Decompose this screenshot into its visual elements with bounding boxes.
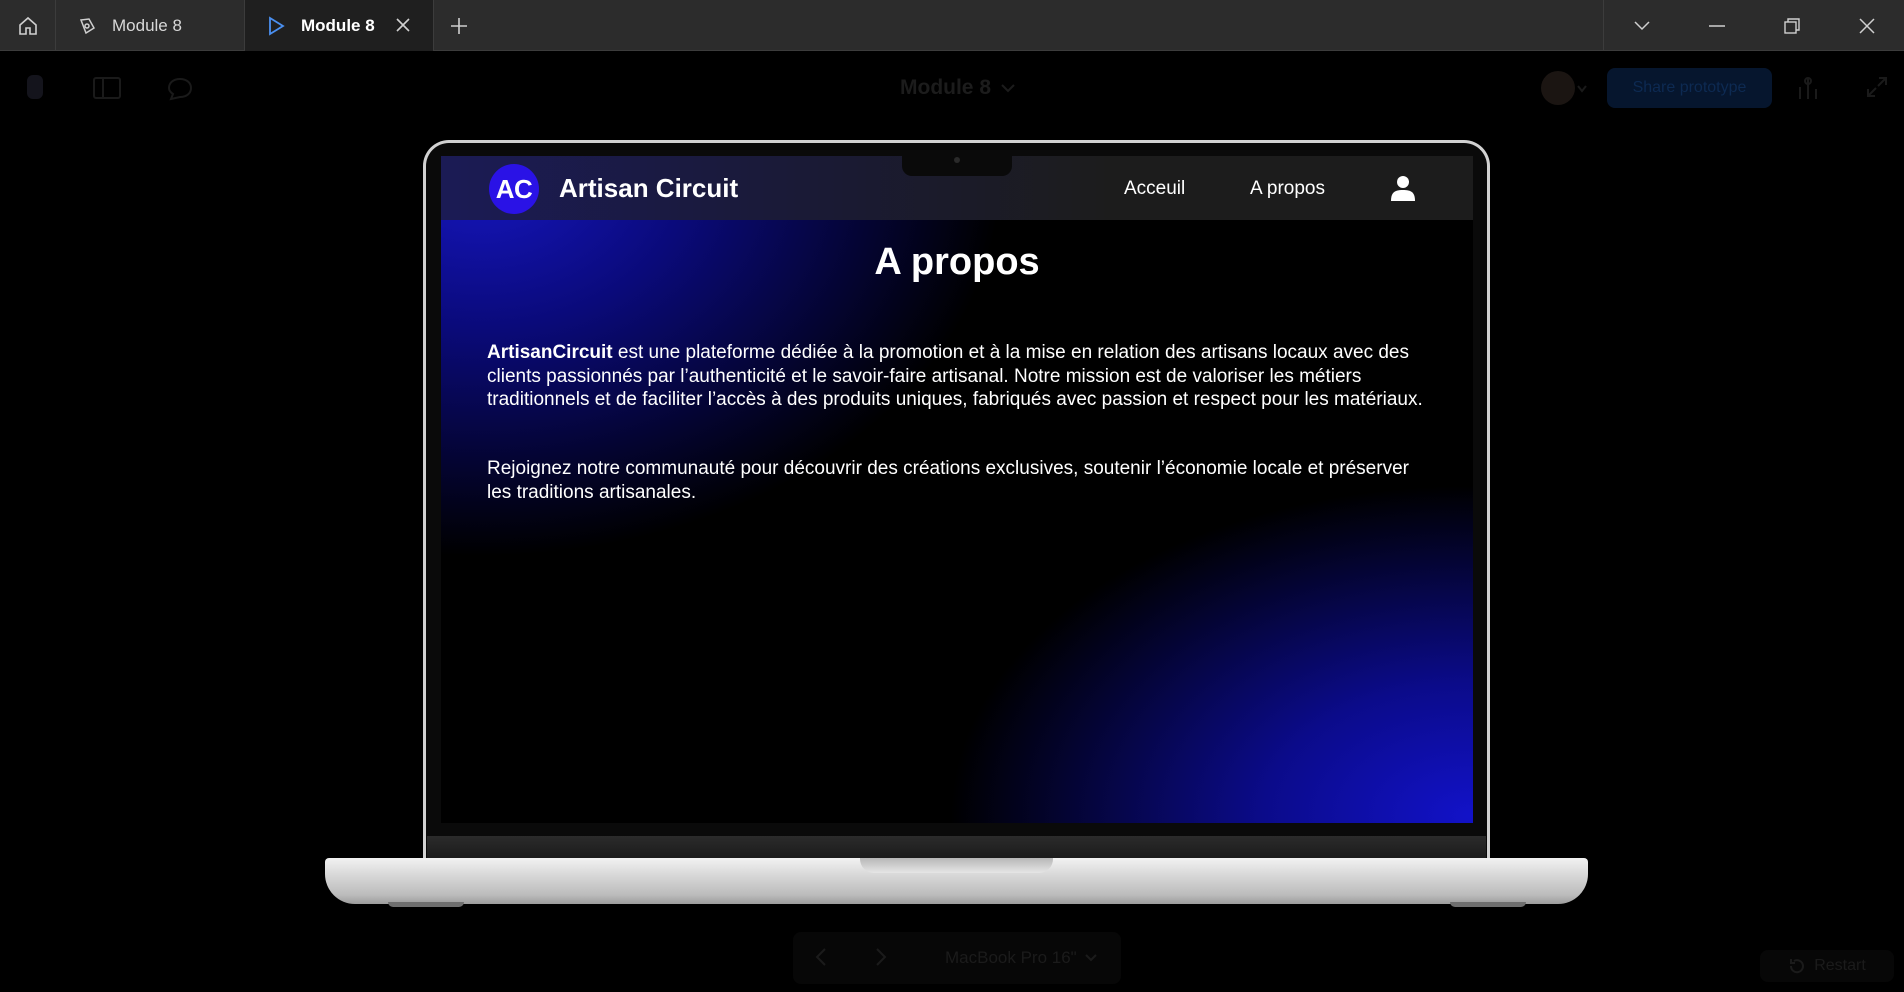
tab-list-button[interactable] bbox=[1604, 0, 1679, 51]
window-tab-bar: Module 8 Module 8 bbox=[0, 0, 1904, 51]
settings-icon bbox=[1799, 77, 1817, 99]
chevron-down-icon bbox=[1001, 83, 1015, 92]
plus-icon bbox=[451, 18, 467, 34]
chevron-down-icon bbox=[1085, 954, 1097, 962]
home-icon bbox=[18, 16, 37, 35]
laptop-chin bbox=[427, 836, 1486, 860]
camera-notch bbox=[902, 156, 1012, 176]
restart-button[interactable]: Restart bbox=[1760, 950, 1894, 982]
close-icon bbox=[1858, 17, 1875, 34]
window-controls bbox=[1603, 0, 1904, 51]
restore-icon bbox=[1783, 17, 1800, 34]
chevron-right-icon[interactable] bbox=[875, 948, 887, 966]
user-avatar-icon bbox=[1541, 71, 1587, 105]
tab-design-file[interactable]: Module 8 bbox=[56, 0, 245, 51]
restart-label: Restart bbox=[1814, 957, 1866, 974]
site-brand[interactable]: Artisan Circuit bbox=[559, 173, 738, 204]
tab-label: Module 8 bbox=[112, 15, 182, 35]
new-tab-button[interactable] bbox=[446, 13, 472, 39]
figma-menu-button[interactable] bbox=[22, 74, 48, 100]
comment-icon bbox=[167, 77, 193, 101]
tab-prototype[interactable]: Module 8 bbox=[245, 0, 434, 51]
close-window-button[interactable] bbox=[1829, 0, 1904, 51]
chevron-left-icon[interactable] bbox=[815, 948, 827, 966]
figma-logo-icon bbox=[27, 75, 43, 99]
comments-button[interactable] bbox=[166, 76, 194, 102]
about-paragraph-2: Rejoignez notre communauté pour découvri… bbox=[487, 458, 1409, 503]
nav-link-acceuil[interactable]: Acceuil bbox=[1124, 178, 1185, 200]
home-button[interactable] bbox=[0, 0, 56, 51]
minimize-button[interactable] bbox=[1679, 0, 1754, 51]
chevron-down-icon bbox=[1633, 20, 1650, 30]
about-text-1: est une plateforme dédiée à la promotion… bbox=[487, 342, 1423, 410]
share-prototype-button[interactable]: Share prototype bbox=[1607, 68, 1772, 108]
nav-link-a-propos[interactable]: A propos bbox=[1250, 178, 1325, 200]
sidebar-toggle-button[interactable] bbox=[92, 76, 122, 100]
laptop-lip bbox=[860, 858, 1053, 873]
sidebar-icon bbox=[93, 77, 121, 99]
laptop-foot-left bbox=[388, 902, 464, 907]
laptop-foot-right bbox=[1450, 902, 1526, 907]
device-name: MacBook Pro 16" bbox=[945, 948, 1077, 967]
file-name: Module 8 bbox=[900, 76, 992, 99]
tab-label: Module 8 bbox=[301, 15, 375, 35]
restore-button[interactable] bbox=[1754, 0, 1829, 51]
file-name-menu[interactable]: Module 8 bbox=[900, 76, 1015, 100]
page-title: A propos bbox=[874, 241, 1040, 283]
user-icon[interactable] bbox=[1391, 175, 1415, 201]
close-icon bbox=[396, 18, 410, 32]
expand-icon bbox=[1867, 77, 1887, 97]
prototype-settings-button[interactable] bbox=[1795, 74, 1821, 102]
brand-highlight: ArtisanCircuit bbox=[487, 342, 613, 363]
figma-file-icon bbox=[76, 15, 98, 37]
prototype-screen: AC Artisan Circuit Acceuil A propos A pr… bbox=[441, 156, 1473, 823]
device-selector[interactable]: MacBook Pro 16" bbox=[945, 948, 1097, 968]
play-prototype-icon bbox=[265, 15, 287, 37]
camera-dot bbox=[954, 157, 960, 163]
laptop-base bbox=[325, 858, 1588, 904]
device-toolbar: MacBook Pro 16" bbox=[793, 932, 1121, 984]
restart-icon bbox=[1790, 959, 1805, 974]
site-logo[interactable]: AC bbox=[489, 164, 539, 214]
minimize-icon bbox=[1708, 24, 1725, 27]
about-paragraph-1: ArtisanCircuit est une plateforme dédiée… bbox=[487, 341, 1437, 412]
close-tab-button[interactable] bbox=[393, 15, 413, 35]
fullscreen-button[interactable] bbox=[1864, 74, 1890, 100]
avatar[interactable] bbox=[1540, 68, 1588, 108]
